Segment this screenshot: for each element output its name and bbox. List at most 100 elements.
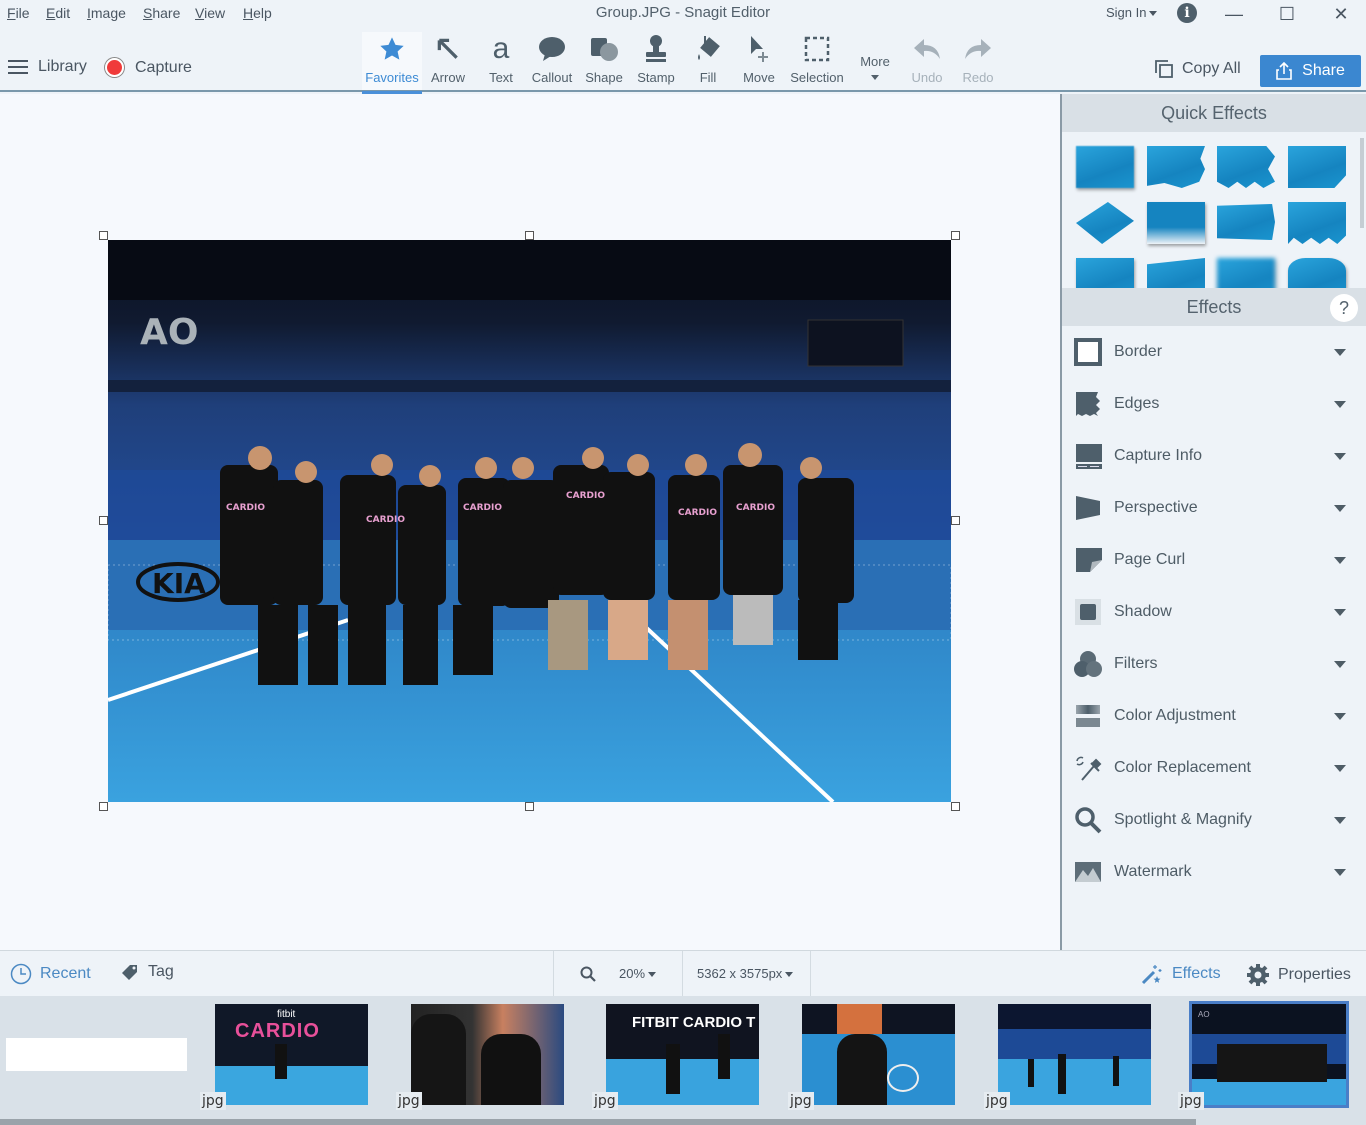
copy-all-button[interactable]: Copy All	[1154, 59, 1241, 79]
quick-effect-fade[interactable]	[1076, 146, 1134, 188]
menu-image[interactable]: Image	[87, 5, 126, 21]
resize-handle-top-right[interactable]	[951, 231, 960, 240]
thumbnail[interactable]	[411, 1004, 564, 1105]
thumbnail[interactable]: FITBIT CARDIO T	[606, 1004, 759, 1105]
chevron-down-icon[interactable]	[1334, 504, 1346, 512]
tool-favorites[interactable]: Favorites	[362, 32, 422, 94]
maximize-button[interactable]: ☐	[1267, 2, 1307, 26]
canvas-image[interactable]: KIA AO CARDIO CARDIO CARDIO CARDIO CARDI…	[108, 240, 951, 802]
quick-effects-scrollbar[interactable]	[1360, 138, 1364, 228]
effect-label: Color Replacement	[1114, 759, 1251, 776]
quick-effect-soft-blur[interactable]	[1217, 258, 1275, 288]
edges-icon	[1076, 392, 1100, 416]
effect-capture-info[interactable]: Capture Info	[1062, 430, 1366, 482]
chevron-down-icon[interactable]	[1334, 660, 1346, 668]
tool-redo[interactable]: Redo	[956, 32, 1000, 90]
thumbnail[interactable]	[998, 1004, 1151, 1105]
quick-effect-reflection[interactable]	[1147, 202, 1205, 244]
effect-edges[interactable]: Edges	[1062, 378, 1366, 430]
chevron-down-icon[interactable]	[1334, 868, 1346, 876]
menu-share[interactable]: Share	[143, 5, 180, 21]
resize-handle-right[interactable]	[951, 516, 960, 525]
tool-stamp[interactable]: Stamp	[633, 32, 679, 90]
tool-callout[interactable]: Callout	[527, 32, 577, 90]
text-icon: a	[492, 32, 510, 65]
minimize-button[interactable]: —	[1214, 2, 1254, 26]
resize-handle-bottom-right[interactable]	[951, 802, 960, 811]
quick-effect-torn-edge[interactable]	[1147, 146, 1205, 188]
tool-text[interactable]: a Text	[480, 32, 522, 90]
resize-handle-top[interactable]	[525, 231, 534, 240]
resize-handle-bottom-left[interactable]	[99, 802, 108, 811]
menu-view[interactable]: View	[195, 5, 225, 21]
capture-button[interactable]: Capture	[105, 58, 192, 77]
tool-more[interactable]: More	[856, 32, 894, 90]
menu-file[interactable]: File	[7, 5, 30, 21]
share-label: Share	[1302, 62, 1345, 79]
quick-effect-skew[interactable]	[1147, 258, 1205, 288]
chevron-down-icon[interactable]	[1334, 608, 1346, 616]
recent-button[interactable]: Recent	[10, 963, 91, 985]
quick-effect-wave-bottom[interactable]	[1288, 202, 1346, 244]
file-type-label: jpg	[788, 1092, 814, 1110]
tool-shape[interactable]: Shape	[582, 32, 626, 90]
tool-selection[interactable]: Selection	[787, 32, 847, 90]
canvas[interactable]: KIA AO CARDIO CARDIO CARDIO CARDIO CARDI…	[0, 94, 1060, 950]
effect-border[interactable]: Border	[1062, 326, 1366, 378]
library-button[interactable]: Library	[8, 58, 87, 76]
tray-scrollbar[interactable]	[0, 1119, 1196, 1125]
chevron-down-icon[interactable]	[1334, 764, 1346, 772]
quick-effect-shadow[interactable]	[1076, 258, 1134, 288]
tool-undo[interactable]: Undo	[905, 32, 949, 90]
spotlight-magnify-icon	[1075, 807, 1102, 834]
tool-arrow[interactable]: Arrow	[424, 32, 472, 90]
tray-search-input[interactable]	[6, 1038, 187, 1071]
resize-handle-bottom[interactable]	[525, 802, 534, 811]
info-icon[interactable]: i	[1177, 3, 1197, 23]
chevron-down-icon[interactable]	[1334, 556, 1346, 564]
resize-handle-left[interactable]	[99, 516, 108, 525]
effect-label: Color Adjustment	[1114, 707, 1236, 724]
undo-icon	[905, 32, 949, 66]
chevron-down-icon[interactable]	[1334, 712, 1346, 720]
image-size-dropdown[interactable]: 5362 x 3575px	[697, 966, 794, 981]
effect-color-replacement[interactable]: Color Replacement	[1062, 742, 1366, 794]
effect-perspective[interactable]: Perspective	[1062, 482, 1366, 534]
sign-in-button[interactable]: Sign In	[1106, 5, 1158, 20]
tool-label: Callout	[531, 70, 573, 85]
quick-effect-round-torn[interactable]	[1288, 258, 1346, 288]
svg-text:CARDIO: CARDIO	[736, 503, 775, 513]
tag-button[interactable]: Tag	[120, 963, 174, 981]
quick-effect-torn-sides[interactable]	[1217, 204, 1275, 240]
zoom-icon[interactable]	[580, 966, 596, 982]
menu-edit[interactable]: Edit	[46, 5, 70, 21]
effect-watermark[interactable]: Watermark	[1062, 846, 1366, 898]
close-button[interactable]: ✕	[1321, 2, 1361, 26]
share-button[interactable]: Share	[1260, 55, 1361, 87]
tool-fill[interactable]: Fill	[692, 32, 724, 90]
effect-filters[interactable]: Filters	[1062, 638, 1366, 690]
zoom-level-dropdown[interactable]: 20%	[619, 966, 657, 981]
effects-tab-button[interactable]: Effects	[1140, 963, 1221, 985]
thumbnail[interactable]: fitbit CARDIO	[215, 1004, 368, 1105]
quick-effect-page-curl[interactable]	[1288, 146, 1346, 188]
effect-color-adjustment[interactable]: Color Adjustment	[1062, 690, 1366, 742]
help-button[interactable]: ?	[1330, 294, 1358, 322]
effect-page-curl[interactable]: Page Curl	[1062, 534, 1366, 586]
quick-effect-zigzag[interactable]	[1217, 146, 1275, 188]
properties-button[interactable]: Properties	[1246, 963, 1351, 987]
resize-handle-top-left[interactable]	[99, 231, 108, 240]
tool-move[interactable]: Move	[739, 32, 779, 90]
stamp-icon	[633, 32, 679, 66]
group-photo: KIA AO CARDIOCARDIOCARDIO CARDIOCARDIO C…	[108, 240, 951, 802]
chevron-down-icon[interactable]	[1334, 452, 1346, 460]
quick-effect-perspective[interactable]	[1076, 202, 1134, 244]
chevron-down-icon[interactable]	[1334, 816, 1346, 824]
chevron-down-icon[interactable]	[1334, 348, 1346, 356]
thumbnail[interactable]	[802, 1004, 955, 1105]
effect-spotlight-magnify[interactable]: Spotlight & Magnify	[1062, 794, 1366, 846]
effect-shadow[interactable]: Shadow	[1062, 586, 1366, 638]
menu-help[interactable]: Help	[243, 5, 272, 21]
chevron-down-icon[interactable]	[1334, 400, 1346, 408]
thumbnail-selected[interactable]: AO	[1189, 1001, 1349, 1108]
